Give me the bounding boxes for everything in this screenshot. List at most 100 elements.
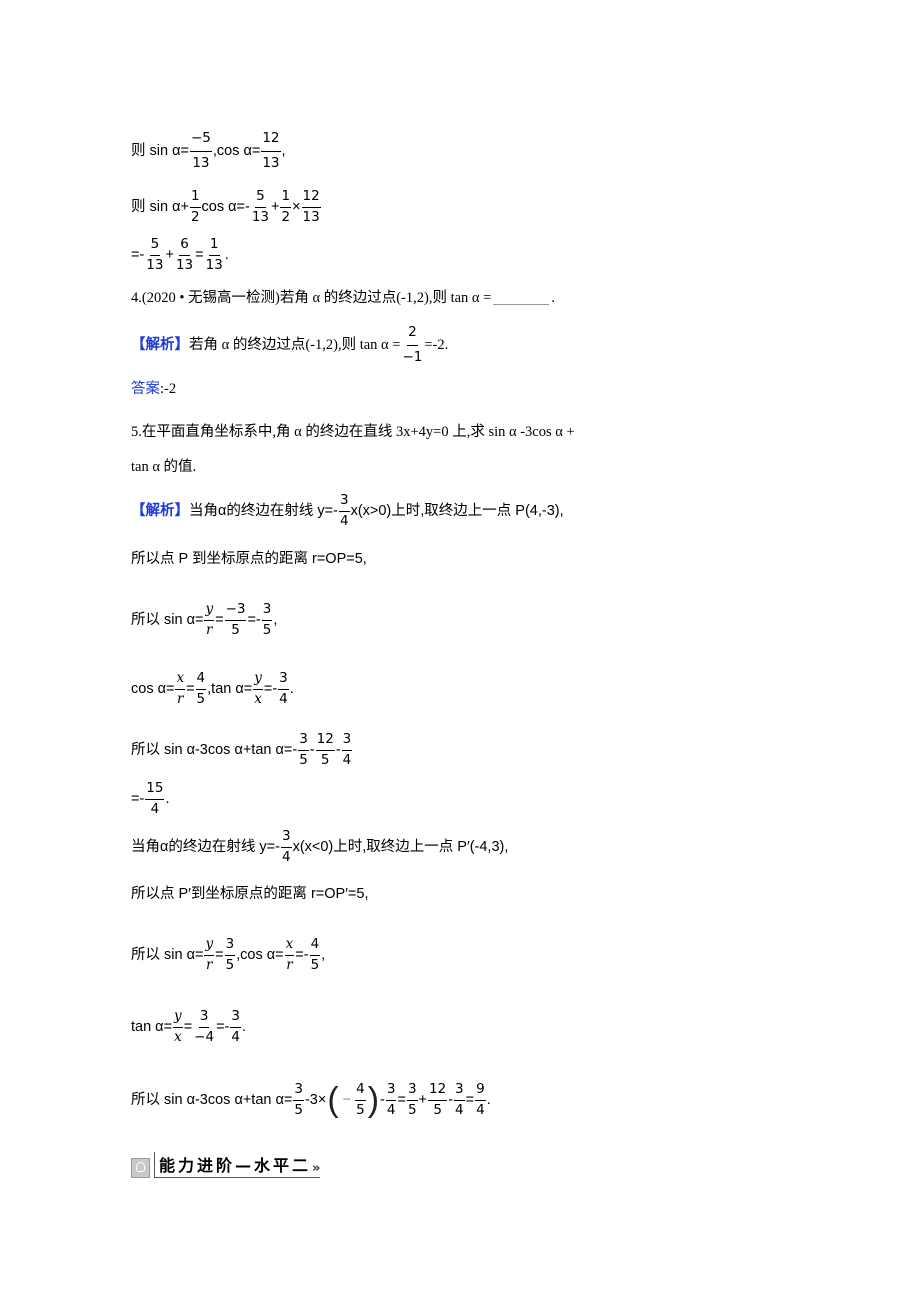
- numerator: 4: [195, 670, 207, 690]
- fraction: 15 4: [145, 780, 165, 817]
- question-text: 5.在平面直角坐标系中,角 α 的终边在直线 3x+4y=0 上,求 sin α…: [131, 424, 575, 440]
- denominator: r: [286, 956, 293, 973]
- lightbulb-icon: [131, 1158, 150, 1178]
- numerator: 6: [179, 236, 190, 256]
- text: .: [289, 680, 294, 697]
- denominator: 13: [251, 208, 270, 225]
- operator: +: [165, 246, 174, 263]
- prev-sol-line-3: =- 5 13 + 6 13 = 1 13 .: [131, 236, 229, 273]
- denominator: 4: [342, 751, 352, 768]
- q5-case2-line-4: tan α= yx = 3 −4 =- 34 .: [131, 1008, 246, 1045]
- text: 所以点 P′到坐标原点的距离 r=OP′=5,: [131, 886, 369, 902]
- numerator: 3: [298, 731, 309, 751]
- fraction: 35: [224, 936, 236, 973]
- text: ,: [321, 946, 326, 963]
- text: 所以 sin α=: [131, 611, 204, 628]
- operator: -: [448, 1091, 454, 1108]
- fraction: 34: [385, 1081, 397, 1118]
- numerator: 2: [407, 324, 418, 346]
- denominator: 13: [262, 154, 280, 171]
- operator: -: [380, 1091, 385, 1108]
- text: 则 sin α=: [131, 142, 189, 159]
- fraction: yx: [173, 1008, 183, 1045]
- denominator: 5: [433, 1101, 442, 1118]
- text: 当角α的终边在射线 y=-: [189, 502, 338, 519]
- q5-case1-line-3: 所以 sin α= yr = −3 5 =- 35 ,: [131, 601, 278, 638]
- text: .: [551, 290, 555, 306]
- denominator: 2: [190, 208, 200, 225]
- numerator: 3: [261, 601, 273, 621]
- numerator: 3: [293, 1081, 304, 1101]
- numerator: 3: [338, 492, 350, 512]
- fraction: yr: [204, 601, 215, 638]
- fraction: 6 13: [175, 236, 194, 273]
- left-paren: (: [327, 1081, 339, 1120]
- denominator: 4: [455, 1101, 464, 1118]
- numerator: 3: [454, 1081, 465, 1101]
- operator: -3×: [304, 1091, 327, 1108]
- denominator: 5: [407, 1101, 417, 1118]
- text: =-: [131, 790, 145, 807]
- fraction: 94: [475, 1081, 486, 1118]
- denominator: 13: [175, 256, 194, 273]
- denominator: 5: [262, 621, 272, 638]
- numerator: 3: [230, 1008, 241, 1028]
- text: x(x<0)上时,取终边上一点 P′(-4,3),: [292, 838, 509, 855]
- numerator: x: [175, 670, 186, 690]
- numerator: 5: [255, 188, 266, 208]
- denominator: 4: [281, 848, 291, 865]
- denominator: 2: [281, 208, 291, 225]
- fraction: 35: [261, 601, 273, 638]
- analysis-label: 【解析】: [131, 502, 189, 519]
- operator: =: [215, 611, 224, 628]
- numerator: 3: [198, 1008, 210, 1028]
- numerator: −5: [189, 130, 212, 152]
- fraction: −5 13: [189, 130, 212, 171]
- denominator: x: [174, 1028, 182, 1045]
- fraction: 12 5: [315, 731, 335, 768]
- fraction: 34: [454, 1081, 465, 1118]
- fraction: yr: [204, 936, 215, 973]
- fraction: 34: [278, 670, 289, 707]
- numerator: y: [204, 601, 215, 621]
- operator: =: [195, 246, 204, 263]
- operator: =-: [216, 1018, 230, 1035]
- q4-analysis: 【解析】 若角 α 的终边过点(-1,2),则 tan α = 2 −1 =-2.: [131, 324, 448, 365]
- fraction: 12: [280, 188, 292, 225]
- denominator: 13: [205, 256, 223, 273]
- numerator: 4: [309, 936, 321, 956]
- fraction: 34: [280, 828, 292, 865]
- numerator: 3: [341, 731, 353, 751]
- denominator: 13: [192, 154, 210, 171]
- fraction: xr: [284, 936, 295, 973]
- double-chevron-icon: »: [312, 1161, 321, 1176]
- answer-blank[interactable]: [493, 292, 550, 305]
- numerator: x: [284, 936, 295, 956]
- text: cos α=: [131, 680, 175, 697]
- text: x(x>0)上时,取终边上一点 P(4,-3),: [350, 502, 564, 519]
- fraction: xr: [175, 670, 186, 707]
- text: ,: [273, 611, 278, 628]
- fraction: −3 5: [224, 601, 247, 638]
- text: 则 sin α+: [131, 198, 189, 215]
- question-text: tan α 的值.: [131, 459, 197, 475]
- numerator: 3: [224, 936, 236, 956]
- operator: =-: [263, 680, 278, 697]
- text: =-: [131, 246, 145, 263]
- denominator: −1: [402, 348, 423, 365]
- fraction: 45: [195, 670, 207, 707]
- analysis-text: 若角 α 的终边过点(-1,2),则 tan α =: [189, 336, 401, 353]
- denominator: r: [206, 621, 213, 638]
- minus-sign: −: [342, 1091, 352, 1108]
- operator: =: [186, 680, 195, 697]
- numerator: y: [173, 1008, 183, 1028]
- numerator: y: [253, 670, 263, 690]
- text: ,cos α=: [236, 946, 284, 963]
- numerator: 3: [406, 1081, 418, 1101]
- text: .: [224, 246, 229, 263]
- fraction: 35: [298, 731, 309, 768]
- numerator: 3: [385, 1081, 397, 1101]
- numerator: 12: [261, 130, 281, 152]
- text: cos α=-: [201, 198, 250, 215]
- operator: ×: [292, 198, 301, 215]
